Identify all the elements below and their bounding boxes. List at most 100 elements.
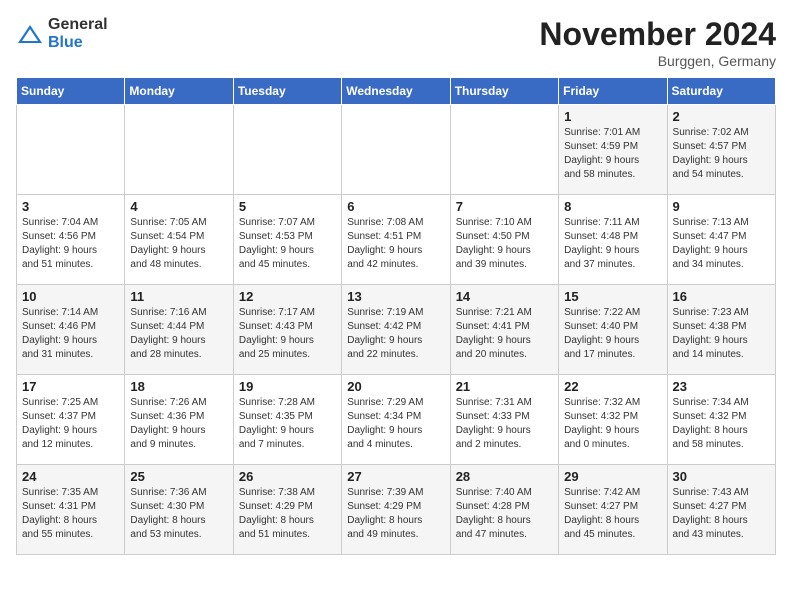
calendar-body: 1 Sunrise: 7:01 AM Sunset: 4:59 PM Daylig… — [17, 105, 776, 555]
calendar-header-day: Thursday — [450, 78, 558, 105]
day-number: 9 — [673, 199, 770, 214]
day-number: 10 — [22, 289, 119, 304]
day-info: Sunrise: 7:31 AM Sunset: 4:33 PM Dayligh… — [456, 396, 553, 452]
day-number: 19 — [239, 379, 336, 394]
logo: General Blue — [16, 16, 108, 52]
calendar-week-row: 10 Sunrise: 7:14 AM Sunset: 4:46 PM Dayli… — [17, 285, 776, 375]
calendar-cell: 19 Sunrise: 7:28 AM Sunset: 4:35 PM Dayli… — [233, 375, 341, 465]
day-info: Sunrise: 7:32 AM Sunset: 4:32 PM Dayligh… — [564, 396, 661, 452]
calendar-cell: 5Sunrise: 7:07 AM Sunset: 4:53 PM Daylig… — [233, 195, 341, 285]
day-number: 27 — [347, 469, 444, 484]
day-info: Sunrise: 7:04 AM Sunset: 4:56 PM Dayligh… — [22, 216, 119, 272]
day-info: Sunrise: 7:13 AM Sunset: 4:47 PM Dayligh… — [673, 216, 770, 272]
calendar-cell — [342, 105, 450, 195]
day-info: Sunrise: 7:28 AM Sunset: 4:35 PM Dayligh… — [239, 396, 336, 452]
calendar-week-row: 1 Sunrise: 7:01 AM Sunset: 4:59 PM Daylig… — [17, 105, 776, 195]
day-info: Sunrise: 7:35 AM Sunset: 4:31 PM Dayligh… — [22, 486, 119, 542]
day-number: 15 — [564, 289, 661, 304]
calendar-cell: 11 Sunrise: 7:16 AM Sunset: 4:44 PM Dayli… — [125, 285, 233, 375]
calendar-cell: 24 Sunrise: 7:35 AM Sunset: 4:31 PM Dayli… — [17, 465, 125, 555]
day-info: Sunrise: 7:02 AM Sunset: 4:57 PM Dayligh… — [673, 126, 770, 182]
calendar-cell — [450, 105, 558, 195]
calendar-cell: 9 Sunrise: 7:13 AM Sunset: 4:47 PM Daylig… — [667, 195, 775, 285]
day-info: Sunrise: 7:34 AM Sunset: 4:32 PM Dayligh… — [673, 396, 770, 452]
calendar-cell: 3 Sunrise: 7:04 AM Sunset: 4:56 PM Daylig… — [17, 195, 125, 285]
day-info: Sunrise: 7:01 AM Sunset: 4:59 PM Dayligh… — [564, 126, 661, 182]
day-number: 13 — [347, 289, 444, 304]
day-number: 1 — [564, 109, 661, 124]
calendar-cell — [233, 105, 341, 195]
day-number: 3 — [22, 199, 119, 214]
calendar-table: SundayMondayTuesdayWednesdayThursdayFrid… — [16, 77, 776, 555]
calendar-cell: 26Sunrise: 7:38 AM Sunset: 4:29 PM Dayli… — [233, 465, 341, 555]
calendar-cell: 2 Sunrise: 7:02 AM Sunset: 4:57 PM Daylig… — [667, 105, 775, 195]
day-number: 8 — [564, 199, 661, 214]
calendar-header-day: Tuesday — [233, 78, 341, 105]
calendar-header-day: Monday — [125, 78, 233, 105]
calendar-cell: 28 Sunrise: 7:40 AM Sunset: 4:28 PM Dayli… — [450, 465, 558, 555]
calendar-header-day: Friday — [559, 78, 667, 105]
day-number: 23 — [673, 379, 770, 394]
day-info: Sunrise: 7:39 AM Sunset: 4:29 PM Dayligh… — [347, 486, 444, 542]
title-area: November 2024 Burggen, Germany — [539, 16, 776, 69]
calendar-cell — [125, 105, 233, 195]
logo-general: General — [48, 16, 108, 33]
day-info: Sunrise: 7:14 AM Sunset: 4:46 PM Dayligh… — [22, 306, 119, 362]
day-number: 20 — [347, 379, 444, 394]
logo-blue: Blue — [48, 34, 83, 51]
day-info: Sunrise: 7:26 AM Sunset: 4:36 PM Dayligh… — [130, 396, 227, 452]
day-number: 14 — [456, 289, 553, 304]
calendar-cell: 12Sunrise: 7:17 AM Sunset: 4:43 PM Dayli… — [233, 285, 341, 375]
day-info: Sunrise: 7:07 AM Sunset: 4:53 PM Dayligh… — [239, 216, 336, 272]
day-info: Sunrise: 7:36 AM Sunset: 4:30 PM Dayligh… — [130, 486, 227, 542]
day-number: 2 — [673, 109, 770, 124]
day-number: 21 — [456, 379, 553, 394]
day-info: Sunrise: 7:10 AM Sunset: 4:50 PM Dayligh… — [456, 216, 553, 272]
day-number: 11 — [130, 289, 227, 304]
day-number: 7 — [456, 199, 553, 214]
calendar-cell: 30 Sunrise: 7:43 AM Sunset: 4:27 PM Dayli… — [667, 465, 775, 555]
calendar-cell: 17Sunrise: 7:25 AM Sunset: 4:37 PM Dayli… — [17, 375, 125, 465]
calendar-cell: 21 Sunrise: 7:31 AM Sunset: 4:33 PM Dayli… — [450, 375, 558, 465]
day-number: 18 — [130, 379, 227, 394]
calendar-cell: 25 Sunrise: 7:36 AM Sunset: 4:30 PM Dayli… — [125, 465, 233, 555]
day-number: 28 — [456, 469, 553, 484]
calendar-cell: 14 Sunrise: 7:21 AM Sunset: 4:41 PM Dayli… — [450, 285, 558, 375]
day-info: Sunrise: 7:40 AM Sunset: 4:28 PM Dayligh… — [456, 486, 553, 542]
calendar-cell: 15 Sunrise: 7:22 AM Sunset: 4:40 PM Dayli… — [559, 285, 667, 375]
calendar-week-row: 3 Sunrise: 7:04 AM Sunset: 4:56 PM Daylig… — [17, 195, 776, 285]
day-info: Sunrise: 7:38 AM Sunset: 4:29 PM Dayligh… — [239, 486, 336, 542]
header-area: General Blue November 2024 Burggen, Germ… — [16, 16, 776, 69]
day-number: 24 — [22, 469, 119, 484]
day-info: Sunrise: 7:19 AM Sunset: 4:42 PM Dayligh… — [347, 306, 444, 362]
day-info: Sunrise: 7:23 AM Sunset: 4:38 PM Dayligh… — [673, 306, 770, 362]
day-number: 4 — [130, 199, 227, 214]
calendar-cell: 13 Sunrise: 7:19 AM Sunset: 4:42 PM Dayli… — [342, 285, 450, 375]
calendar-cell: 27 Sunrise: 7:39 AM Sunset: 4:29 PM Dayli… — [342, 465, 450, 555]
calendar-cell: 29Sunrise: 7:42 AM Sunset: 4:27 PM Dayli… — [559, 465, 667, 555]
month-title: November 2024 — [539, 16, 776, 53]
calendar-cell: 1 Sunrise: 7:01 AM Sunset: 4:59 PM Daylig… — [559, 105, 667, 195]
day-info: Sunrise: 7:21 AM Sunset: 4:41 PM Dayligh… — [456, 306, 553, 362]
day-number: 6 — [347, 199, 444, 214]
day-info: Sunrise: 7:16 AM Sunset: 4:44 PM Dayligh… — [130, 306, 227, 362]
logo-icon — [16, 23, 44, 45]
day-info: Sunrise: 7:17 AM Sunset: 4:43 PM Dayligh… — [239, 306, 336, 362]
day-info: Sunrise: 7:05 AM Sunset: 4:54 PM Dayligh… — [130, 216, 227, 272]
day-info: Sunrise: 7:22 AM Sunset: 4:40 PM Dayligh… — [564, 306, 661, 362]
day-info: Sunrise: 7:43 AM Sunset: 4:27 PM Dayligh… — [673, 486, 770, 542]
day-number: 25 — [130, 469, 227, 484]
calendar-cell: 22Sunrise: 7:32 AM Sunset: 4:32 PM Dayli… — [559, 375, 667, 465]
calendar-cell: 7 Sunrise: 7:10 AM Sunset: 4:50 PM Daylig… — [450, 195, 558, 285]
calendar-cell: 18 Sunrise: 7:26 AM Sunset: 4:36 PM Dayli… — [125, 375, 233, 465]
calendar-cell: 23 Sunrise: 7:34 AM Sunset: 4:32 PM Dayli… — [667, 375, 775, 465]
calendar-cell: 8 Sunrise: 7:11 AM Sunset: 4:48 PM Daylig… — [559, 195, 667, 285]
calendar-cell: 20Sunrise: 7:29 AM Sunset: 4:34 PM Dayli… — [342, 375, 450, 465]
day-info: Sunrise: 7:11 AM Sunset: 4:48 PM Dayligh… — [564, 216, 661, 272]
day-info: Sunrise: 7:08 AM Sunset: 4:51 PM Dayligh… — [347, 216, 444, 272]
day-number: 17 — [22, 379, 119, 394]
calendar-cell — [17, 105, 125, 195]
day-number: 30 — [673, 469, 770, 484]
calendar-cell: 10 Sunrise: 7:14 AM Sunset: 4:46 PM Dayli… — [17, 285, 125, 375]
day-number: 29 — [564, 469, 661, 484]
